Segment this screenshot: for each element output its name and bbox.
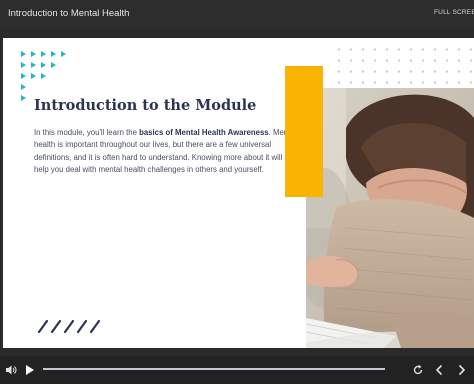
triangle-decoration	[21, 95, 26, 101]
triangle-decoration	[41, 73, 46, 79]
replay-icon[interactable]	[412, 364, 424, 376]
triangle-decoration	[21, 84, 26, 90]
slash-pattern-decoration	[37, 319, 101, 334]
triangle-decoration	[31, 62, 36, 68]
intro-text: In this module, you'll learn the	[34, 128, 140, 137]
play-icon[interactable]	[25, 364, 35, 376]
triangle-decoration	[51, 62, 56, 68]
progress-fill	[43, 368, 385, 370]
triangle-decoration	[51, 51, 56, 57]
volume-icon[interactable]	[5, 364, 17, 376]
next-icon[interactable]	[457, 364, 467, 376]
triangle-decoration	[21, 73, 26, 79]
triangle-decoration	[61, 51, 66, 57]
course-title: Introduction to Mental Health	[8, 8, 130, 19]
top-bar: Introduction to Mental Health FULL SCREE…	[0, 0, 474, 30]
fullscreen-button[interactable]: FULL SCREEN	[434, 9, 474, 16]
triangle-decoration	[21, 62, 26, 68]
module-heading: Introduction to the Module	[34, 97, 257, 114]
intro-bold-text: basics of Mental Health Awareness	[139, 128, 269, 137]
module-intro-paragraph: In this module, you'll learn the basics …	[34, 127, 299, 177]
triangle-decoration	[41, 62, 46, 68]
triangle-decoration	[31, 51, 36, 57]
previous-icon[interactable]	[434, 364, 444, 376]
woman-comforted-photo	[306, 88, 474, 348]
dot-pattern-decoration	[333, 44, 474, 84]
progress-bar[interactable]	[43, 368, 385, 370]
triangle-pattern-decoration	[21, 51, 71, 101]
triangle-decoration	[21, 51, 26, 57]
yellow-accent-bar	[285, 66, 323, 197]
triangle-decoration	[41, 51, 46, 57]
player-controls	[0, 356, 474, 384]
triangle-decoration	[31, 73, 36, 79]
slide-canvas: Introduction to the Module In this modul…	[3, 38, 474, 348]
